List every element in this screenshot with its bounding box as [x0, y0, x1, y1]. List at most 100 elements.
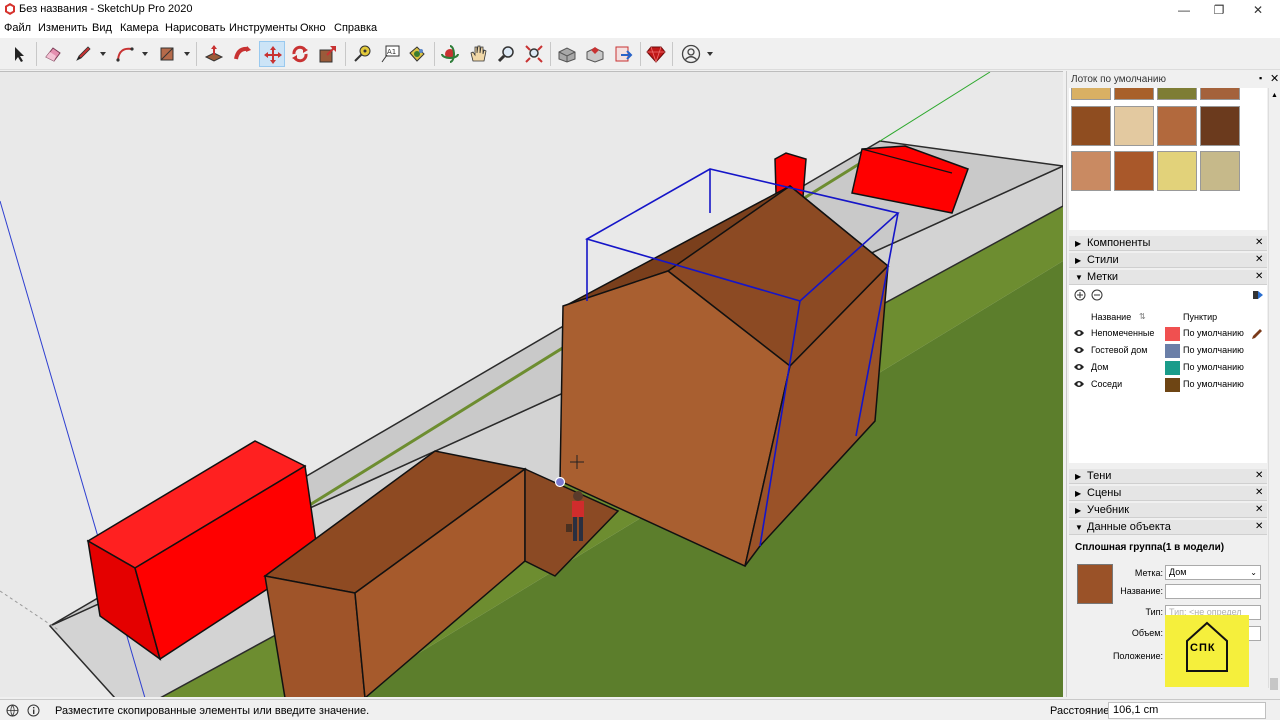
tag-color-swatch[interactable] [1165, 361, 1180, 375]
3d-warehouse-button[interactable] [554, 41, 580, 67]
scale-tool-button[interactable] [315, 41, 341, 67]
tag-row[interactable]: Соседи По умолчанию [1069, 377, 1267, 393]
menu-edit[interactable]: Изменить [38, 22, 88, 34]
material-swatch[interactable] [1157, 151, 1197, 191]
scroll-up-icon[interactable]: ▲ [1271, 92, 1278, 99]
tape-measure-tool-button[interactable] [349, 41, 375, 67]
material-swatch[interactable] [1071, 88, 1111, 100]
panel-entity-info[interactable]: ▼ Данные объекта ✕ [1069, 520, 1267, 535]
remove-tag-icon[interactable] [1091, 289, 1103, 301]
tray-close-icon[interactable]: ✕ [1270, 72, 1279, 85]
eye-visibility-icon[interactable] [1073, 345, 1085, 355]
eye-visibility-icon[interactable] [1073, 379, 1085, 389]
orbit-tool-button[interactable] [437, 41, 463, 67]
add-tag-icon[interactable] [1074, 289, 1086, 301]
rectangle-tool-button[interactable] [154, 41, 180, 67]
pencil-active-tag-icon[interactable] [1251, 328, 1263, 340]
panel-close-icon[interactable]: ✕ [1255, 470, 1263, 481]
material-swatch[interactable] [1200, 106, 1240, 146]
sketchup-logo-icon [5, 3, 15, 15]
tags-column-dash[interactable]: Пунктир [1183, 312, 1217, 322]
arc-tool-button[interactable] [112, 41, 138, 67]
menu-help[interactable]: Справка [334, 22, 377, 34]
status-message: Разместите скопированные элементы или вв… [55, 705, 370, 717]
menu-tools[interactable]: Инструменты [229, 22, 298, 34]
follow-me-tool-button[interactable] [230, 41, 256, 67]
material-swatch[interactable] [1114, 88, 1154, 100]
tag-row[interactable]: Дом По умолчанию [1069, 360, 1267, 376]
panel-close-icon[interactable]: ✕ [1255, 504, 1263, 515]
ruby-extension-button[interactable] [643, 41, 669, 67]
pan-tool-button[interactable] [465, 41, 491, 67]
panel-close-icon[interactable]: ✕ [1255, 254, 1263, 265]
tag-row[interactable]: Гостевой дом По умолчанию [1069, 343, 1267, 359]
scene-canvas[interactable] [0, 72, 1063, 697]
tray-scrollbar[interactable]: ▲ [1268, 88, 1279, 690]
account-dropdown-icon[interactable] [707, 52, 713, 56]
move-tool-button[interactable] [259, 41, 285, 67]
rectangle-dropdown-icon[interactable] [184, 52, 190, 56]
eye-visibility-icon[interactable] [1073, 328, 1085, 338]
arc-dropdown-icon[interactable] [142, 52, 148, 56]
panel-components[interactable]: ▶ Компоненты ✕ [1069, 236, 1267, 251]
pencil-tool-button[interactable] [70, 41, 96, 67]
menu-camera[interactable]: Камера [120, 22, 158, 34]
menu-file[interactable]: Файл [4, 22, 31, 34]
material-swatch[interactable] [1071, 151, 1111, 191]
tag-color-swatch[interactable] [1165, 344, 1180, 358]
material-swatch[interactable] [1114, 106, 1154, 146]
panel-close-icon[interactable]: ✕ [1255, 521, 1263, 532]
material-swatch[interactable] [1157, 88, 1197, 100]
panel-instructor[interactable]: ▶ Учебник ✕ [1069, 503, 1267, 518]
panel-styles[interactable]: ▶ Стили ✕ [1069, 253, 1267, 268]
pencil-dropdown-icon[interactable] [100, 52, 106, 56]
account-button[interactable] [678, 41, 704, 67]
sort-icon[interactable]: ⇅ [1139, 312, 1146, 321]
paint-bucket-tool-button[interactable] [404, 41, 430, 67]
eye-visibility-icon[interactable] [1073, 362, 1085, 372]
eraser-tool-button[interactable] [40, 41, 66, 67]
name-field[interactable] [1165, 584, 1261, 599]
material-swatch[interactable] [1114, 151, 1154, 191]
geo-location-icon[interactable] [6, 704, 19, 717]
tag-select[interactable]: Дом ⌄ [1165, 565, 1261, 580]
chevron-down-icon: ⌄ [1250, 568, 1257, 577]
panel-scenes[interactable]: ▶ Сцены ✕ [1069, 486, 1267, 501]
material-swatch[interactable] [1200, 88, 1240, 100]
panel-tags[interactable]: ▼ Метки ✕ [1069, 270, 1267, 285]
zoom-extents-tool-button[interactable] [521, 41, 547, 67]
material-swatch[interactable] [1157, 106, 1197, 146]
tag-color-swatch[interactable] [1165, 327, 1180, 341]
toolbar-separator [640, 42, 641, 66]
menu-draw[interactable]: Нарисовать [165, 22, 225, 34]
scroll-thumb[interactable] [1270, 678, 1278, 690]
tags-column-name[interactable]: Название [1091, 312, 1131, 322]
menu-view[interactable]: Вид [92, 22, 112, 34]
tag-color-swatch[interactable] [1165, 378, 1180, 392]
info-icon[interactable] [27, 704, 40, 717]
panel-close-icon[interactable]: ✕ [1255, 237, 1263, 248]
material-swatch[interactable] [1200, 151, 1240, 191]
tag-row[interactable]: Непомеченные По умолчанию [1069, 326, 1267, 342]
rotate-tool-button[interactable] [287, 41, 313, 67]
maximize-button[interactable]: ❐ [1201, 0, 1237, 20]
toolbar-separator [36, 42, 37, 66]
model-viewport[interactable] [0, 71, 1063, 697]
select-tool-button[interactable] [6, 41, 32, 67]
toolbar-separator [196, 42, 197, 66]
send-to-layout-button[interactable] [610, 41, 636, 67]
tag-details-icon[interactable] [1253, 289, 1263, 301]
zoom-tool-button[interactable] [493, 41, 519, 67]
menu-window[interactable]: Окно [300, 22, 326, 34]
panel-close-icon[interactable]: ✕ [1255, 487, 1263, 498]
minimize-button[interactable]: — [1166, 0, 1202, 20]
measurement-input[interactable]: 106,1 cm [1108, 702, 1266, 719]
text-tool-button[interactable]: A1 [377, 41, 403, 67]
push-pull-tool-button[interactable] [201, 41, 227, 67]
extension-warehouse-button[interactable] [582, 41, 608, 67]
pin-icon[interactable]: ▪ [1259, 73, 1262, 83]
close-window-button[interactable]: ✕ [1240, 0, 1276, 20]
material-swatch[interactable] [1071, 106, 1111, 146]
panel-close-icon[interactable]: ✕ [1255, 271, 1263, 282]
panel-shadows[interactable]: ▶ Тени ✕ [1069, 469, 1267, 484]
